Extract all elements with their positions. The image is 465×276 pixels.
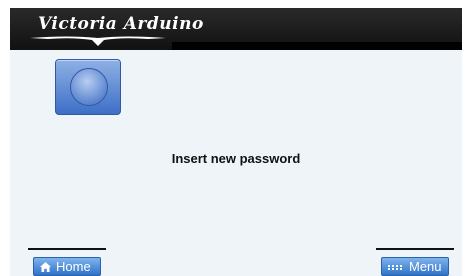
home-icon — [40, 261, 51, 272]
brand-logo: Victoria Arduino — [28, 10, 203, 50]
footer-divider-left — [28, 248, 106, 250]
lock-button[interactable] — [55, 59, 121, 115]
menu-button-label: Menu — [409, 259, 442, 274]
app-screen: Victoria Arduino Insert new password Hom… — [10, 8, 462, 276]
menu-button[interactable]: Menu — [381, 257, 449, 276]
logo-swoosh-icon — [30, 36, 166, 46]
footer-divider-right — [376, 248, 454, 250]
header-divider — [172, 42, 462, 50]
header-bar: Victoria Arduino — [10, 8, 462, 50]
footer-bar: Home Menu — [10, 248, 462, 276]
home-button[interactable]: Home — [33, 257, 101, 276]
home-button-label: Home — [56, 259, 91, 274]
lock-icon — [70, 68, 108, 106]
menu-dots-icon — [388, 263, 404, 271]
prompt-text: Insert new password — [171, 151, 301, 166]
brand-logo-text: Victoria Arduino — [38, 14, 204, 34]
